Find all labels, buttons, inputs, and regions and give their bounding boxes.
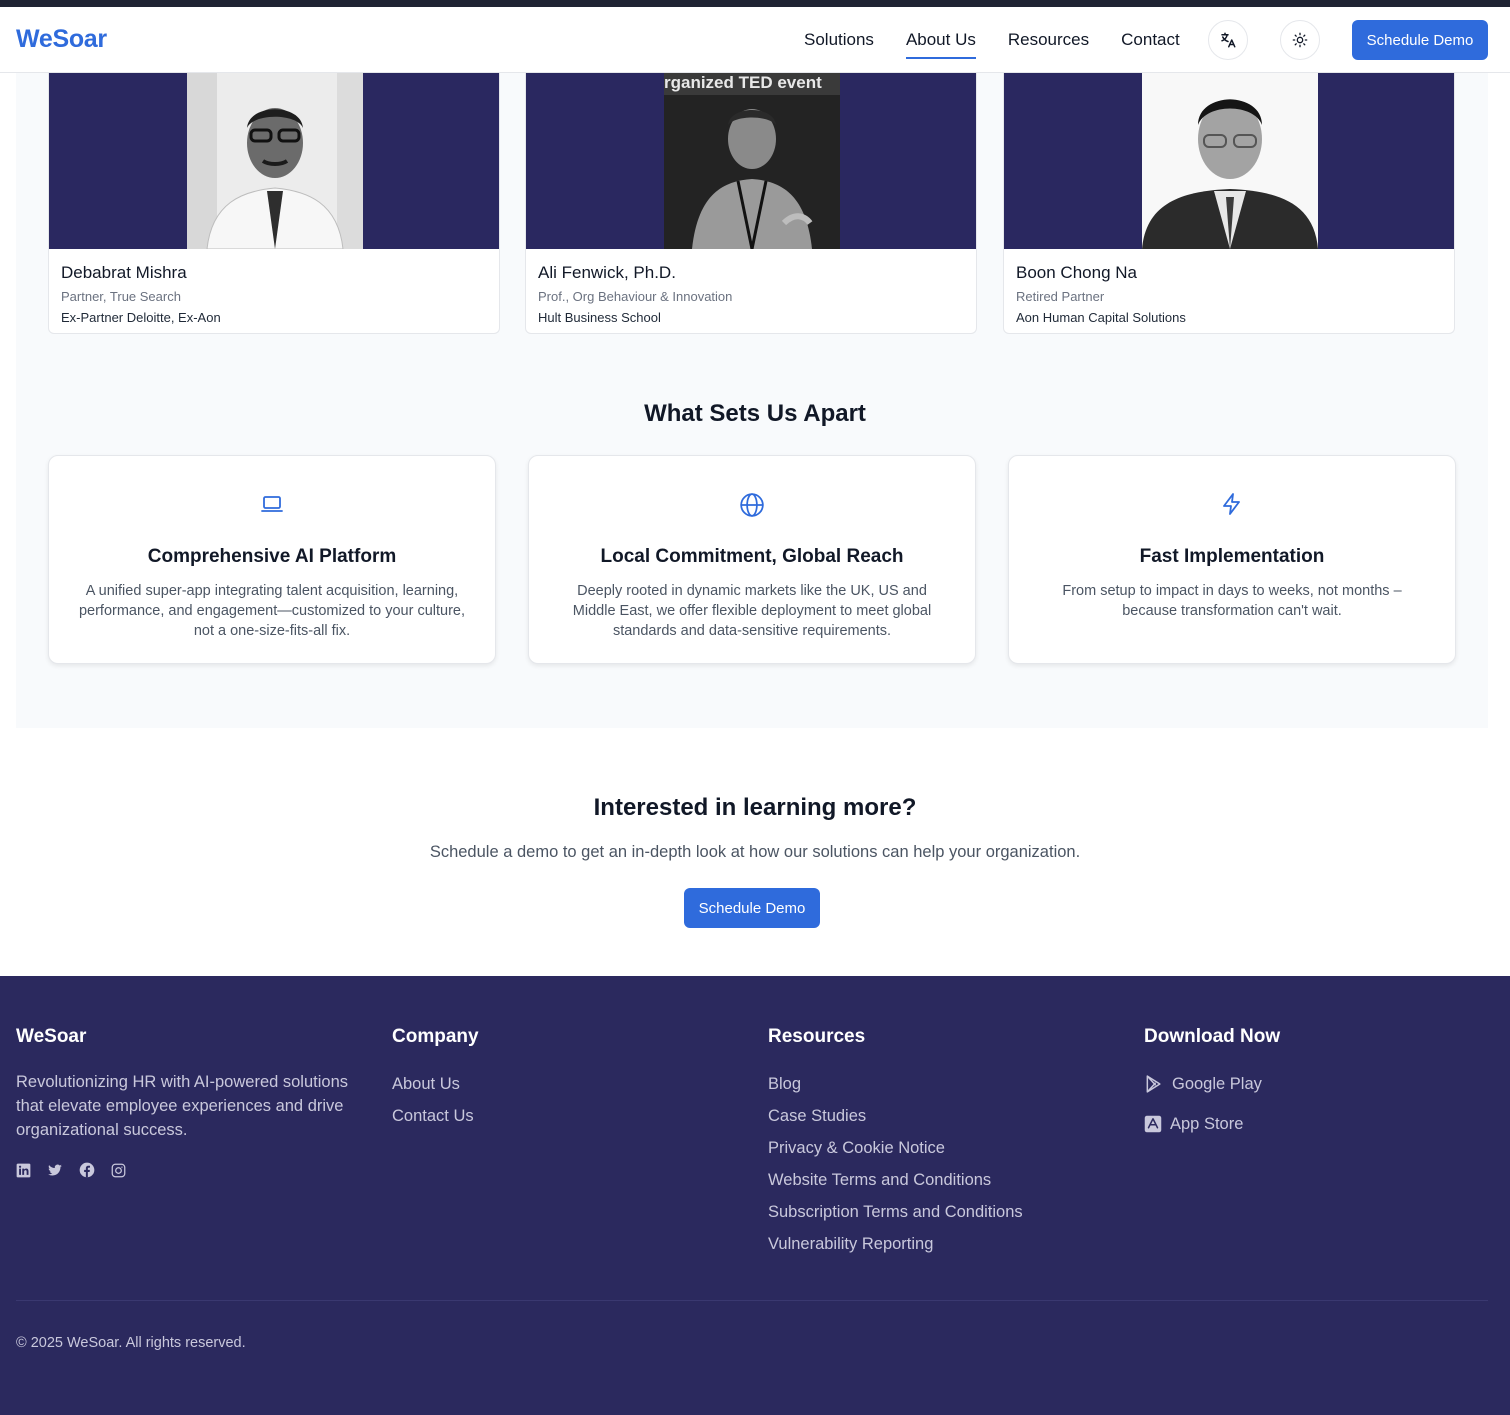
cta-schedule-demo-button[interactable]: Schedule Demo <box>684 888 820 928</box>
team-member-org: Aon Human Capital Solutions <box>1016 310 1186 325</box>
footer-link-blog[interactable]: Blog <box>768 1068 1023 1100</box>
cta-subtitle: Schedule a demo to get an in-depth look … <box>429 843 1081 861</box>
portrait-photo <box>1142 73 1318 249</box>
instagram-icon[interactable] <box>111 1163 126 1178</box>
nav-links: Solutions About Us Resources Contact <box>804 7 1180 73</box>
footer-link-contact-us[interactable]: Contact Us <box>392 1100 479 1132</box>
footer-resources-title: Resources <box>768 1026 866 1047</box>
footer-link-about-us[interactable]: About Us <box>392 1068 479 1100</box>
team-card: Debabrat Mishra Partner, True Search Ex-… <box>48 73 500 334</box>
globe-icon <box>740 493 764 517</box>
twitter-icon[interactable] <box>47 1163 63 1178</box>
cta-title: Interested in learning more? <box>593 794 917 821</box>
theme-toggle-button[interactable] <box>1280 20 1320 60</box>
photo-frame <box>1004 73 1454 249</box>
feature-title: Fast Implementation <box>1139 546 1325 567</box>
footer-company-column: Company About Us Contact Us <box>392 1026 479 1132</box>
social-links <box>16 1162 356 1178</box>
photo-frame: rganized TED event <box>526 73 976 249</box>
feature-card: Comprehensive AI Platform A unified supe… <box>48 455 496 664</box>
footer-link-privacy[interactable]: Privacy & Cookie Notice <box>768 1132 1023 1164</box>
google-play-link[interactable]: Google Play <box>1144 1064 1280 1104</box>
feature-card: Local Commitment, Global Reach Deeply ro… <box>528 455 976 664</box>
google-play-label: Google Play <box>1172 1074 1262 1093</box>
linkedin-icon[interactable] <box>16 1163 31 1178</box>
app-store-icon <box>1144 1115 1162 1133</box>
lightning-icon <box>1223 493 1240 515</box>
team-member-org: Hult Business School <box>538 310 661 325</box>
nav-link-contact[interactable]: Contact <box>1121 30 1180 50</box>
footer-resources-links: Blog Case Studies Privacy & Cookie Notic… <box>768 1068 1023 1260</box>
footer: WeSoar Revolutionizing HR with AI-powere… <box>0 976 1510 1415</box>
translate-icon <box>1221 32 1236 48</box>
team-member-name: Debabrat Mishra <box>61 263 187 282</box>
feature-description: A unified super-app integrating talent a… <box>78 583 466 639</box>
nav-link-resources[interactable]: Resources <box>1008 30 1089 50</box>
footer-description: Revolutionizing HR with AI-powered solut… <box>16 1073 348 1139</box>
feature-description: Deeply rooted in dynamic markets like th… <box>572 583 932 639</box>
photo-caption: rganized TED event <box>664 73 822 92</box>
app-store-label: App Store <box>1170 1114 1244 1133</box>
team-member-role: Prof., Org Behaviour & Innovation <box>538 289 733 304</box>
apart-title: What Sets Us Apart <box>644 400 866 427</box>
logo[interactable]: WeSoar <box>16 25 107 54</box>
sun-icon <box>1292 32 1308 48</box>
team-member-org: Ex-Partner Deloitte, Ex-Aon <box>61 310 221 325</box>
feature-title: Comprehensive AI Platform <box>147 546 397 567</box>
app-links: Google Play App Store <box>1144 1064 1280 1144</box>
laptop-icon <box>261 496 283 512</box>
feature-description: From setup to impact in days to weeks, n… <box>1062 583 1402 619</box>
app-store-link[interactable]: App Store <box>1144 1104 1280 1144</box>
team-card-info: Ali Fenwick, Ph.D. Prof., Org Behaviour … <box>538 263 732 325</box>
google-play-icon <box>1146 1075 1161 1093</box>
footer-brand[interactable]: WeSoar <box>16 1026 356 1048</box>
footer-link-subscription-terms[interactable]: Subscription Terms and Conditions <box>768 1196 1023 1228</box>
portrait-photo: rganized TED event <box>664 73 840 249</box>
copyright: © 2025 WeSoar. All rights reserved. <box>16 1335 246 1351</box>
team-member-role: Retired Partner <box>1016 289 1105 304</box>
footer-download-title: Download Now <box>1144 1026 1281 1047</box>
browser-top-strip <box>0 0 1510 7</box>
footer-link-vulnerability[interactable]: Vulnerability Reporting <box>768 1228 1023 1260</box>
footer-resources-column: Resources Blog Case Studies Privacy & Co… <box>768 1026 1023 1260</box>
photo-frame <box>49 73 499 249</box>
facebook-icon[interactable] <box>79 1162 95 1178</box>
language-button[interactable] <box>1208 20 1248 60</box>
team-member-name: Boon Chong Na <box>1016 263 1137 282</box>
portrait-photo <box>187 73 363 249</box>
footer-brand-column: WeSoar Revolutionizing HR with AI-powere… <box>16 1026 356 1178</box>
footer-link-website-terms[interactable]: Website Terms and Conditions <box>768 1164 1023 1196</box>
feature-card: Fast Implementation From setup to impact… <box>1008 455 1456 664</box>
team-card-info: Boon Chong Na Retired Partner Aon Human … <box>1016 263 1186 325</box>
team-card: Boon Chong Na Retired Partner Aon Human … <box>1003 73 1455 334</box>
navbar: WeSoar Solutions About Us Resources Cont… <box>0 7 1510 73</box>
footer-divider <box>16 1300 1488 1301</box>
footer-company-title: Company <box>392 1026 479 1047</box>
nav-link-solutions[interactable]: Solutions <box>804 30 874 50</box>
footer-link-case-studies[interactable]: Case Studies <box>768 1100 1023 1132</box>
schedule-demo-button[interactable]: Schedule Demo <box>1352 20 1488 60</box>
footer-download-column: Download Now Google Play App Store <box>1144 1026 1280 1144</box>
team-card-info: Debabrat Mishra Partner, True Search Ex-… <box>61 263 221 325</box>
footer-company-links: About Us Contact Us <box>392 1068 479 1132</box>
nav-link-about-us[interactable]: About Us <box>905 30 976 59</box>
feature-title: Local Commitment, Global Reach <box>600 546 904 567</box>
team-member-name: Ali Fenwick, Ph.D. <box>538 263 676 282</box>
team-card: rganized TED event Ali Fenwick, Ph.D. Pr… <box>525 73 977 334</box>
team-member-role: Partner, True Search <box>61 289 181 304</box>
